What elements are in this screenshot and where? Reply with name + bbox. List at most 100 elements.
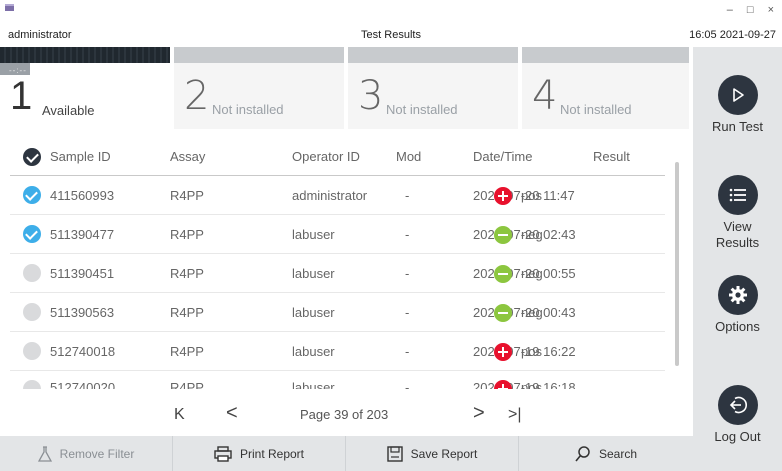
window-controls: – □ × [727,0,774,20]
header-date-time[interactable]: Date/Time [473,149,532,164]
cell-operator-id: labuser [292,380,335,389]
row-checkbox[interactable] [23,380,41,389]
view-results-label-line1: View [723,219,752,234]
app-icon [5,4,14,11]
log-out-button[interactable]: Log Out [693,385,782,445]
module-number: 1 [10,74,33,118]
cell-operator-id: labuser [292,227,335,242]
table-row[interactable]: 511390477 R4PP labuser -2021-07-20 02:43 neg [10,215,665,254]
save-report-button[interactable]: Save Report [346,436,519,471]
header-sample-id[interactable]: Sample ID [50,149,111,164]
search-label: Search [598,446,638,461]
cell-operator-id: administrator [292,188,368,203]
remove-filter-button[interactable]: Remove Filter [0,436,173,471]
module-tab-2[interactable]: 2 Not installed [174,47,344,129]
module-baseline [0,127,170,129]
cell-assay: R4PP [170,188,204,203]
log-out-label: Log Out [714,429,761,444]
last-page-button[interactable]: >| [508,404,522,426]
cell-result: pos [521,344,542,359]
options-button[interactable]: Options [693,275,782,335]
clock: 16:05 2021-09-27 [689,29,776,41]
screen-title: Test Results [361,29,421,41]
row-checkbox[interactable] [23,303,41,321]
row-checkbox[interactable] [23,225,41,243]
module-tab-3[interactable]: 3 Not installed [348,47,518,129]
logout-icon [717,385,758,425]
view-results-label-line2: Results [715,235,760,250]
table-body: 411560993 R4PP administrator -2021-07-20 11… [10,176,665,389]
cell-sample-id: 512740018 [50,344,116,359]
print-report-button[interactable]: Print Report [173,436,346,471]
table-row[interactable]: 411560993 R4PP administrator -2021-07-20 11… [10,176,665,215]
search-icon [575,445,590,462]
pagination: K < Page 39 of 203 > >| [160,400,560,430]
cell-assay: R4PP [170,380,204,389]
cell-mod: - [405,227,410,242]
row-checkbox[interactable] [23,264,41,282]
printer-icon [214,445,232,462]
module-status-bar [348,47,518,63]
table-header: Sample ID Assay Operator ID Mod Date/Tim… [10,140,665,176]
module-status-bar [0,47,170,63]
first-page-button[interactable]: K [174,404,185,426]
header-assay[interactable]: Assay [170,149,205,164]
save-report-label: Save Report [410,446,478,461]
table-row[interactable]: 511390563 R4PP labuser -2021-07-20 00:43 neg [10,293,665,332]
result-pos-icon [494,187,512,205]
cell-assay: R4PP [170,266,204,281]
cell-result: pos [521,380,542,389]
table-scrollbar[interactable] [675,162,679,366]
gear-icon [717,275,758,315]
module-status-label: Available [42,103,95,118]
module-status-label: Not installed [560,102,632,117]
cell-result: neg [521,305,543,320]
cell-operator-id: labuser [292,305,335,320]
result-neg-icon [494,304,512,322]
cell-sample-id: 411560993 [50,188,115,203]
minimize-button[interactable]: – [727,0,733,20]
module-tab-4[interactable]: 4 Not installed [522,47,689,129]
module-number: 2 [184,73,210,119]
cell-mod: - [405,380,410,389]
cell-assay: R4PP [170,344,204,359]
header-result[interactable]: Result [593,149,630,164]
row-checkbox[interactable] [23,342,41,360]
cell-mod: - [405,188,410,203]
previous-page-button[interactable]: < [226,402,238,424]
print-report-label: Print Report [239,446,305,461]
flask-icon [37,445,52,462]
table-row[interactable]: 512740018 R4PP labuser -2021-07-19 16:22 pos [10,332,665,371]
cell-result: neg [521,266,543,281]
header-mod[interactable]: Mod [396,149,421,164]
module-status-bar [522,47,689,63]
maximize-button[interactable]: □ [747,0,754,20]
cell-result: neg [521,227,543,242]
module-status-label: Not installed [386,102,458,117]
cell-assay: R4PP [170,305,204,320]
search-button[interactable]: Search [519,436,693,471]
module-status-bar [174,47,344,63]
cell-sample-id: 511390451 [50,266,115,281]
options-label: Options [715,319,760,334]
bottom-toolbar: Remove Filter Print Report Save Report S… [0,436,693,471]
header-operator-id[interactable]: Operator ID [292,149,360,164]
cell-assay: R4PP [170,227,204,242]
cell-mod: - [405,344,410,359]
run-test-button[interactable]: Run Test [693,75,782,135]
row-checkbox[interactable] [23,186,41,204]
select-all-checkbox[interactable] [23,148,41,166]
list-icon [717,175,758,215]
next-page-button[interactable]: > [473,402,485,424]
module-tab-1[interactable]: --:-- 1 Available [0,47,170,129]
table-row[interactable]: 512740020 R4PP labuser -2021-07-19 16:18 pos [10,371,665,389]
cell-mod: - [405,305,410,320]
cell-sample-id: 511390563 [50,305,115,320]
view-results-button[interactable]: View Results [693,175,782,251]
result-neg-icon [494,265,512,283]
window-titlebar: – □ × [0,0,782,20]
play-icon [717,75,758,115]
cell-operator-id: labuser [292,266,335,281]
table-row[interactable]: 511390451 R4PP labuser -2021-07-20 00:55 neg [10,254,665,293]
close-button[interactable]: × [768,0,774,20]
